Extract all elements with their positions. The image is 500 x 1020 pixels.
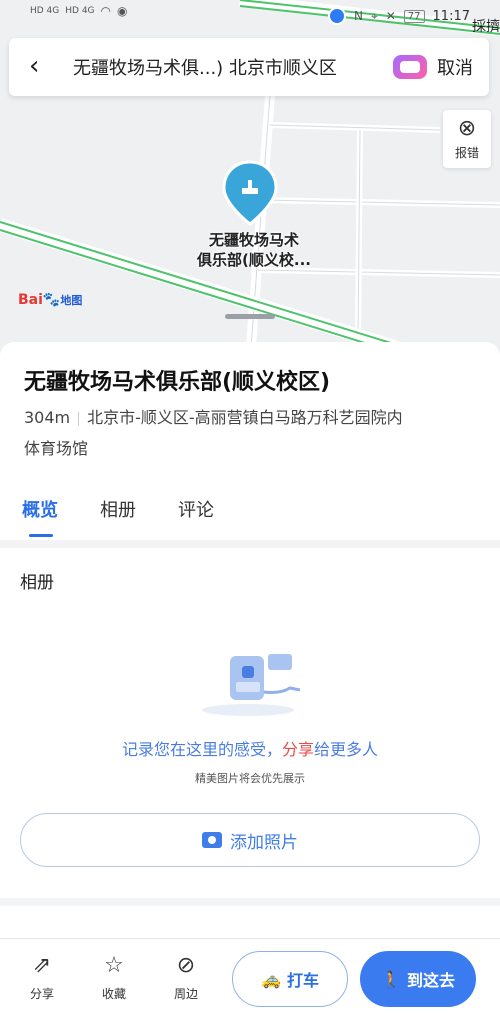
- place-meta: 304m 北京市-顺义区-高丽营镇白马路万科艺园院内 体育场馆: [24, 402, 484, 464]
- tab-reviews[interactable]: 评论: [178, 496, 214, 522]
- share-button[interactable]: ⇗ 分享: [20, 953, 64, 1002]
- pin-label-text: 无疆牧场马术 俱乐部(顺义校...: [197, 231, 311, 269]
- tab-active-indicator: [29, 534, 53, 537]
- favorite-button[interactable]: ☆ 收藏: [92, 953, 136, 1002]
- navigate-here-button[interactable]: 🚶 到这去: [360, 951, 476, 1007]
- walk-icon: 🚶: [381, 969, 401, 989]
- album-subtext: 精美图片将会优先展示: [195, 772, 305, 785]
- location-icon: ⌖: [370, 8, 378, 23]
- share-label: 分享: [29, 987, 54, 1001]
- back-arrow-icon[interactable]: ‹: [29, 52, 39, 80]
- compass-icon: ⊘: [176, 953, 196, 978]
- status-bar: HD 4G HD 4G ◠ ◉ N ⌖ ✕ 77 11:17 採擠: [0, 0, 500, 35]
- place-distance: 304m: [24, 408, 71, 427]
- location-dot-icon: [327, 7, 346, 25]
- report-error-button[interactable]: ⊗ 报错: [443, 110, 491, 168]
- divider: [78, 411, 80, 426]
- next-section-card: [0, 906, 500, 938]
- share-icon: ⇗: [32, 953, 52, 978]
- taxi-icon: 🚕: [261, 969, 281, 989]
- star-icon: ☆: [104, 953, 124, 978]
- search-query[interactable]: 无疆牧场马术俱...) 北京市顺义区: [73, 54, 337, 80]
- battery-indicator: 77: [403, 9, 425, 23]
- clock: 11:17: [432, 8, 470, 24]
- tab-album[interactable]: 相册: [100, 496, 136, 522]
- search-bar[interactable]: ‹ 无疆牧场马术俱...) 北京市顺义区 取消: [9, 38, 489, 96]
- place-detail-sheet: 无疆牧场马术俱乐部(顺义校区) 304m 北京市-顺义区-高丽营镇白马路万科艺园院…: [0, 342, 500, 540]
- nfc-icon: N: [353, 9, 363, 23]
- signal-indicator: HD 4G: [30, 6, 60, 16]
- wifi-icon: ◠: [100, 4, 112, 18]
- place-title: 无疆牧场马术俱乐部(顺义校区): [24, 370, 331, 395]
- favorite-label: 收藏: [101, 987, 126, 1001]
- camera-icon: [202, 832, 222, 848]
- album-message: 记录您在这里的感受，分享给更多人: [121, 740, 379, 759]
- place-category: 体育场馆: [24, 439, 89, 458]
- map-view[interactable]: HD 4G HD 4G ◠ ◉ N ⌖ ✕ 77 11:17 採擠 ‹ 无疆牧场…: [0, 0, 500, 360]
- baidu-map-logo: Bai🐾地图地图: [18, 292, 83, 308]
- album-card: 相册 记录您在这里的感受，分享给更多人 精美图片将会优先展示 添加照片: [0, 548, 500, 898]
- drag-handle[interactable]: [225, 314, 275, 319]
- taxi-button[interactable]: 🚕 打车: [232, 951, 348, 1007]
- report-error-label: 报错: [454, 146, 479, 160]
- navigate-here-label: 到这去: [406, 971, 455, 990]
- signal-indicator: HD 4G: [65, 6, 95, 16]
- camera-illustration-icon: [202, 654, 301, 716]
- status-extra-text: 採擠: [472, 19, 500, 35]
- place-marker-icon: [222, 160, 278, 226]
- mute-icon: ✕: [385, 9, 396, 23]
- place-address: 北京市-顺义区-高丽营镇白马路万科艺园院内: [87, 408, 403, 427]
- paw-icon: 🐾: [42, 292, 61, 308]
- album-title: 相册: [20, 573, 54, 593]
- bottom-action-bar: ⇗ 分享 ☆ 收藏 ⊘ 周边 🚕 打车 🚶 到这去: [0, 938, 500, 1020]
- taxi-label: 打车: [286, 971, 319, 990]
- cancel-button[interactable]: 取消: [437, 54, 473, 80]
- share-highlight[interactable]: 分享: [282, 740, 314, 759]
- eye-icon: ◉: [117, 4, 128, 18]
- tab-overview[interactable]: 概览: [22, 496, 58, 522]
- voice-assistant-icon[interactable]: [393, 55, 427, 79]
- detail-tabs: 概览 相册 评论: [0, 490, 500, 540]
- map-pin-x-icon: ⊗: [457, 116, 477, 141]
- map-pin[interactable]: 无疆牧场马术 俱乐部(顺义校...: [197, 160, 311, 269]
- nearby-label: 周边: [173, 987, 198, 1001]
- add-photo-label: 添加照片: [230, 832, 298, 853]
- nearby-button[interactable]: ⊘ 周边: [164, 953, 208, 1002]
- add-photo-button[interactable]: 添加照片: [20, 813, 480, 867]
- pin-label: 无疆牧场马术 俱乐部(顺义校...: [184, 230, 324, 270]
